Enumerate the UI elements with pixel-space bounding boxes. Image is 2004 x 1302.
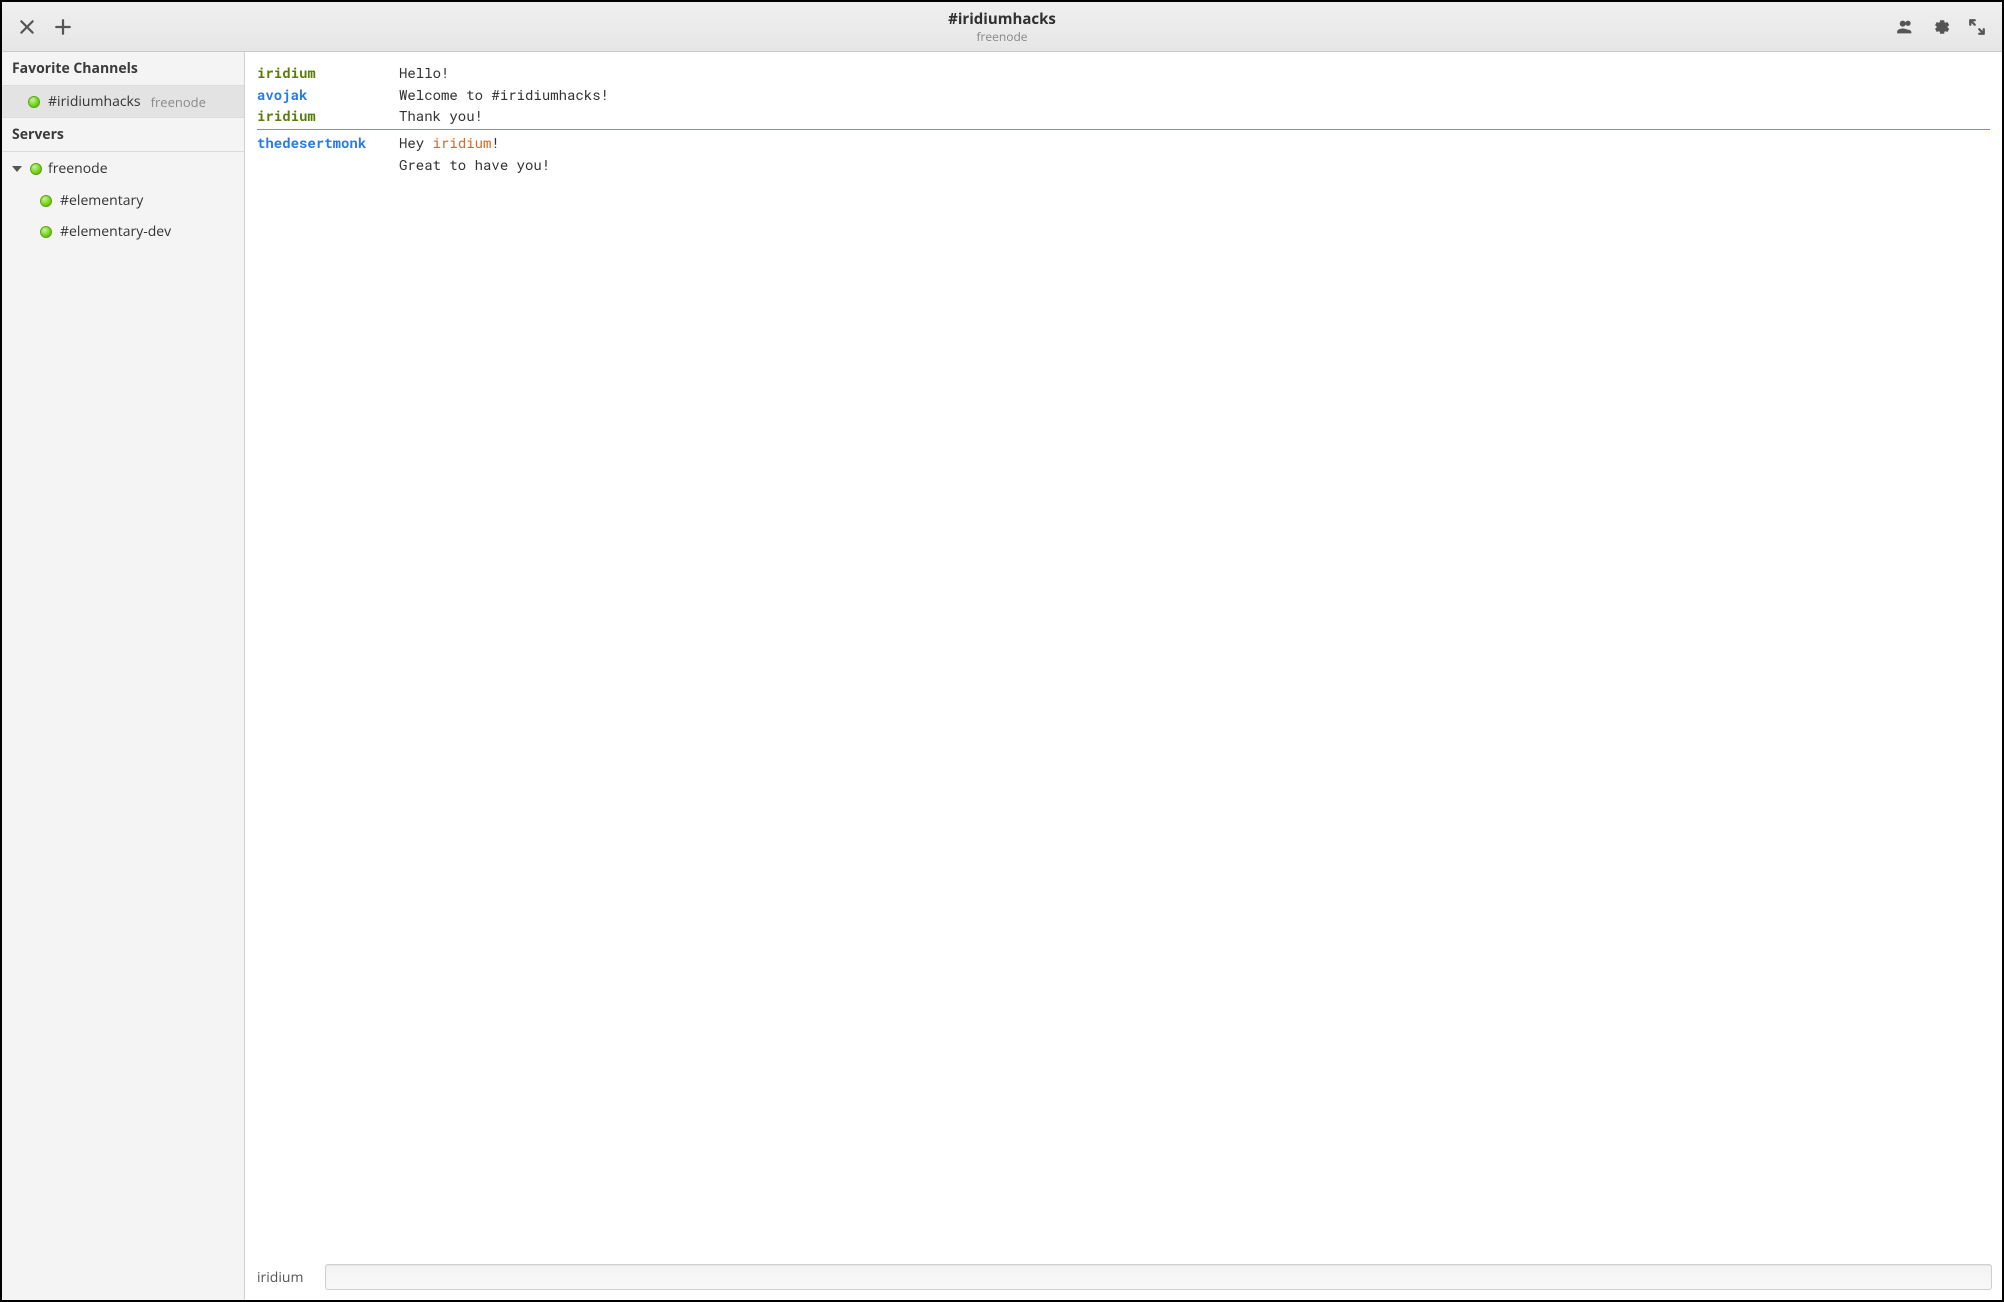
window-title: #iridiumhacks — [948, 9, 1056, 29]
message-input[interactable] — [325, 1264, 1992, 1290]
message-input-bar: iridium — [245, 1256, 2002, 1300]
gear-icon — [1932, 18, 1950, 36]
message-nick: iridium — [257, 105, 399, 127]
status-dot-icon — [40, 226, 52, 238]
channel-item[interactable]: #elementary — [2, 185, 244, 216]
headerbar: #iridiumhacks freenode — [2, 2, 2002, 52]
channel-item[interactable]: #elementary-dev — [2, 216, 244, 247]
favorites-header: Favorite Channels — [2, 52, 244, 86]
maximize-button[interactable] — [1960, 10, 1994, 44]
message-nick: iridium — [257, 62, 399, 84]
close-button[interactable] — [10, 10, 44, 44]
server-item[interactable]: freenode — [2, 152, 244, 185]
add-button[interactable] — [46, 10, 80, 44]
favorite-channel-name: #iridiumhacks — [48, 92, 141, 111]
message-nick: avojak — [257, 84, 399, 106]
message-text: Hey iridium! — [399, 132, 500, 154]
settings-button[interactable] — [1924, 10, 1958, 44]
users-icon — [1896, 18, 1914, 36]
plus-icon — [54, 18, 72, 36]
chat-message: Great to have you! — [257, 154, 1990, 176]
unread-marker — [257, 129, 1990, 130]
message-nick — [257, 154, 399, 176]
message-text: Thank you! — [399, 105, 483, 127]
chat-log[interactable]: iridiumHello!avojakWelcome to #iridiumha… — [245, 52, 2002, 1256]
channel-name: #elementary — [60, 191, 143, 210]
close-icon — [18, 18, 36, 36]
servers-header: Servers — [2, 117, 244, 152]
disclosure-triangle-icon[interactable] — [12, 166, 22, 172]
server-name: freenode — [48, 159, 108, 178]
favorite-channel-server: freenode — [151, 93, 206, 111]
message-text: Great to have you! — [399, 154, 550, 176]
users-button[interactable] — [1888, 10, 1922, 44]
window-subtitle: freenode — [976, 28, 1027, 45]
status-dot-icon — [28, 96, 40, 108]
chat-message: iridiumHello! — [257, 62, 1990, 84]
chat-message: thedesertmonkHey iridium! — [257, 132, 1990, 154]
chat-message: iridiumThank you! — [257, 105, 1990, 127]
sidebar: Favorite Channels #iridiumhacksfreenode … — [2, 52, 245, 1300]
chat-panel: iridiumHello!avojakWelcome to #iridiumha… — [245, 52, 2002, 1300]
chat-message: avojakWelcome to #iridiumhacks! — [257, 84, 1990, 106]
message-text: Hello! — [399, 62, 449, 84]
expand-icon — [1968, 18, 1986, 36]
status-dot-icon — [30, 163, 42, 175]
message-nick: thedesertmonk — [257, 132, 399, 154]
input-nick-label: iridium — [257, 1268, 315, 1287]
message-text: Welcome to #iridiumhacks! — [399, 84, 609, 106]
channel-name: #elementary-dev — [60, 222, 171, 241]
status-dot-icon — [40, 195, 52, 207]
favorite-channel-item[interactable]: #iridiumhacks freenode — [2, 86, 244, 117]
